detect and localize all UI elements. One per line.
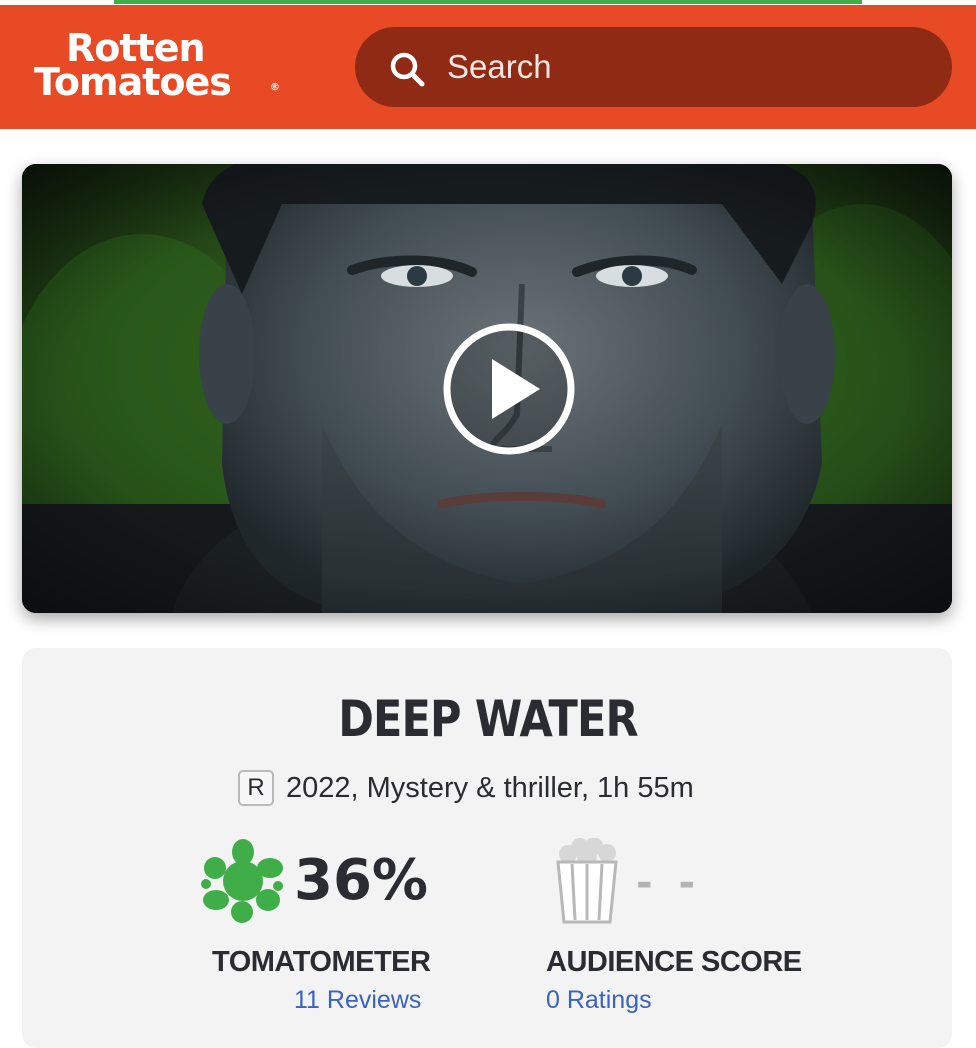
- search-bar[interactable]: [355, 27, 952, 107]
- tomatometer-label: TOMATOMETER: [212, 946, 431, 978]
- popcorn-icon: [556, 838, 618, 924]
- rotten-tomatoes-logo[interactable]: Rotten Tomatoes ®: [34, 27, 284, 107]
- logo-line-2: Tomatoes: [34, 60, 232, 104]
- audience-ratings-link[interactable]: 0 Ratings: [546, 986, 652, 1015]
- play-icon[interactable]: [442, 322, 576, 456]
- movie-info-text: 2022, Mystery & thriller, 1h 55m: [286, 771, 694, 804]
- movie-meta: R 2022, Mystery & thriller, 1h 55m: [238, 768, 694, 808]
- site-header: Rotten Tomatoes ®: [0, 5, 976, 129]
- trailer-video[interactable]: [22, 164, 952, 613]
- audience-score-value: - -: [636, 860, 702, 906]
- splat-icon: [201, 839, 283, 923]
- movie-title: DEEP WATER: [338, 690, 638, 748]
- tomatometer-score: 36%: [294, 848, 429, 913]
- tomatometer-reviews-link[interactable]: 11 Reviews: [294, 986, 421, 1015]
- registered-mark: ®: [270, 82, 280, 93]
- loading-progress-bar: [114, 0, 862, 4]
- audience-score-label: AUDIENCE SCORE: [546, 946, 802, 978]
- mpaa-rating-badge: R: [238, 770, 274, 806]
- search-input[interactable]: [447, 45, 917, 89]
- search-icon[interactable]: [389, 51, 425, 87]
